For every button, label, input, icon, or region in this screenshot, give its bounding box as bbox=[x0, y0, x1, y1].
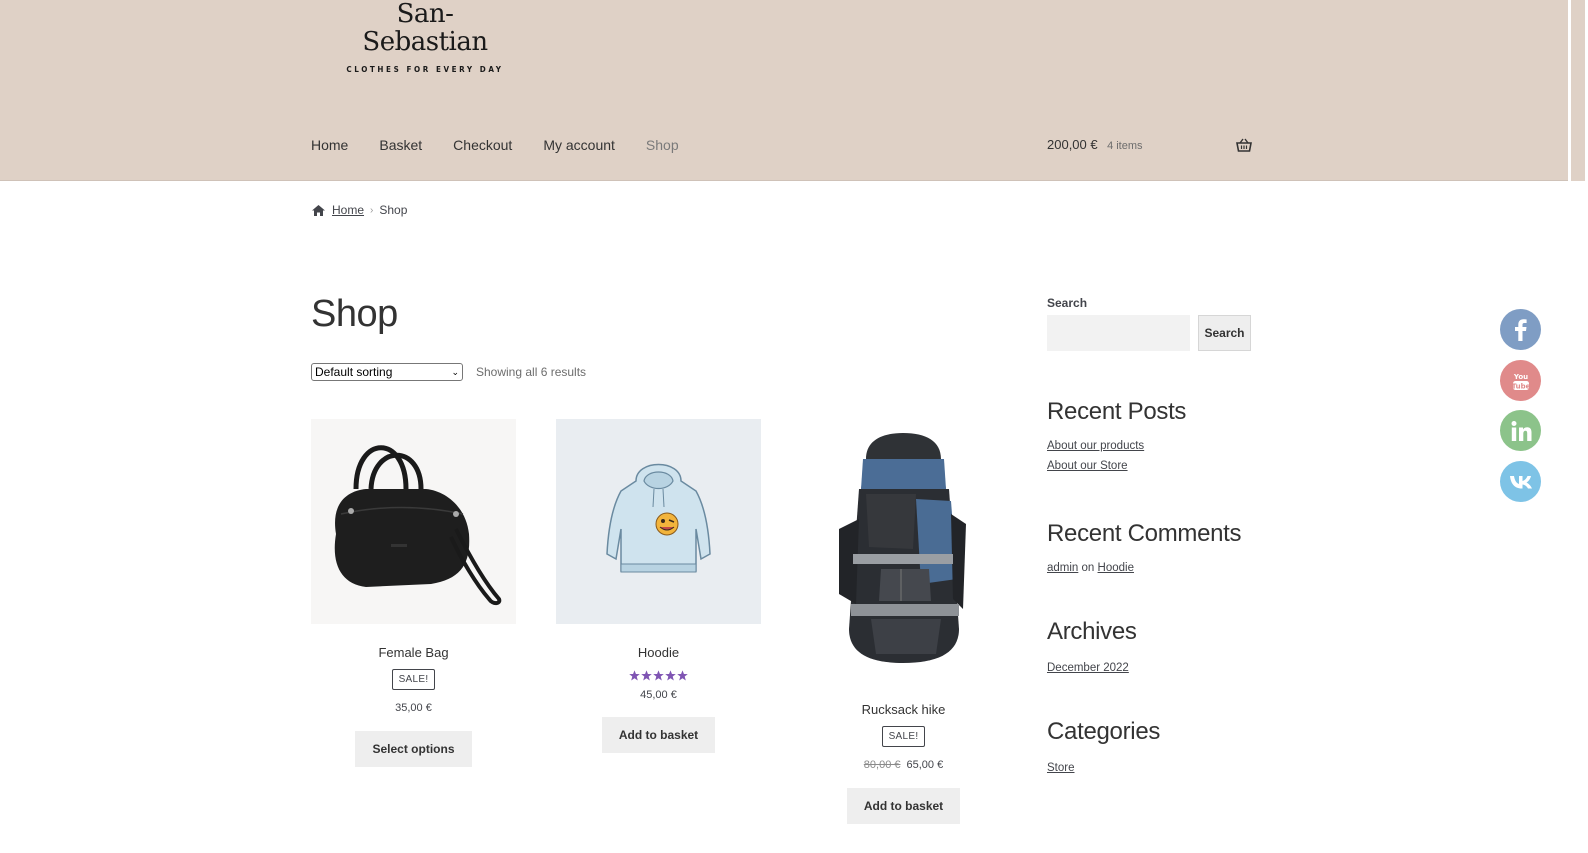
nav-item-basket[interactable]: Basket bbox=[379, 136, 422, 154]
site-logo-name[interactable]: San-Sebastian bbox=[340, 0, 510, 56]
product-title[interactable]: Rucksack hike bbox=[801, 702, 1006, 717]
price-original: 80,00 € bbox=[863, 759, 901, 771]
archive-link[interactable]: December 2022 bbox=[1047, 658, 1252, 678]
search-label: Search bbox=[1047, 296, 1088, 310]
page-title: Shop bbox=[311, 293, 398, 335]
cart-amount[interactable]: 200,00 € bbox=[1047, 137, 1098, 152]
product-price: 45,00 € bbox=[640, 689, 677, 701]
product-image-female-bag[interactable] bbox=[311, 419, 516, 624]
search-button[interactable]: Search bbox=[1198, 315, 1251, 351]
widget-title: Recent Comments bbox=[1047, 520, 1242, 547]
add-to-basket-button[interactable]: Add to basket bbox=[846, 788, 961, 824]
star-icon bbox=[665, 670, 676, 681]
site-branding[interactable]: San-Sebastian CLOTHES FOR EVERY DAY bbox=[340, 0, 510, 74]
scrollbar-thumb[interactable] bbox=[1571, 0, 1585, 181]
nav-item-home[interactable]: Home bbox=[311, 136, 348, 154]
widget-title: Archives bbox=[1047, 618, 1137, 645]
product-title[interactable]: Female Bag bbox=[311, 645, 516, 660]
widget-title: Categories bbox=[1047, 718, 1161, 745]
product-price: 35,00 € bbox=[311, 702, 516, 714]
select-options-button[interactable]: Select options bbox=[355, 731, 472, 767]
recent-comment: admin on Hoodie bbox=[1047, 558, 1252, 578]
product-title[interactable]: Hoodie bbox=[556, 645, 761, 660]
basket-icon[interactable] bbox=[1236, 138, 1252, 152]
home-icon bbox=[312, 204, 325, 216]
svg-text:You: You bbox=[1512, 373, 1527, 381]
rating-stars bbox=[556, 670, 761, 682]
product-card: Hoodie 45,00 € Add to basket bbox=[556, 419, 761, 753]
product-price: 80,00 € 65,00 € bbox=[801, 759, 1006, 771]
star-icon bbox=[641, 670, 652, 681]
widget-categories: Categories Store bbox=[1047, 718, 1252, 778]
star-icon bbox=[677, 670, 688, 681]
star-icon bbox=[653, 670, 664, 681]
vk-button[interactable] bbox=[1500, 461, 1541, 502]
comment-author-link[interactable]: admin bbox=[1047, 562, 1078, 574]
linkedin-icon bbox=[1511, 420, 1531, 441]
nav-item-shop[interactable]: Shop bbox=[646, 136, 679, 154]
product-card: Rucksack hike SALE! 80,00 € 65,00 € Add t… bbox=[801, 419, 1006, 824]
sale-badge: SALE! bbox=[391, 669, 436, 690]
site-header: San-Sebastian CLOTHES FOR EVERY DAY Home… bbox=[0, 0, 1568, 181]
widget-title: Recent Posts bbox=[1047, 398, 1187, 425]
svg-text:Tube: Tube bbox=[1511, 382, 1530, 390]
comment-on-text: on bbox=[1081, 562, 1095, 574]
widget-archives: Archives December 2022 bbox=[1047, 618, 1252, 678]
search-form: Search bbox=[1047, 315, 1252, 351]
youtube-icon: You Tube bbox=[1511, 373, 1530, 391]
recent-post-link[interactable]: About our Store bbox=[1047, 456, 1252, 476]
sorting-selected: Default sorting bbox=[315, 365, 393, 379]
breadcrumb-home-link[interactable]: Home bbox=[332, 203, 364, 217]
youtube-button[interactable]: You Tube bbox=[1500, 360, 1541, 401]
category-link[interactable]: Store bbox=[1047, 758, 1252, 778]
product-card: Female Bag SALE! 35,00 € Select options bbox=[311, 419, 516, 767]
primary-navigation: Home Basket Checkout My account Shop bbox=[311, 136, 710, 154]
header-cart[interactable]: 200,00 € 4 items bbox=[1047, 136, 1252, 156]
comment-post-link[interactable]: Hoodie bbox=[1098, 562, 1134, 574]
product-image-rucksack[interactable] bbox=[801, 419, 1006, 681]
price-current: 65,00 € bbox=[906, 759, 944, 771]
linkedin-button[interactable] bbox=[1500, 410, 1541, 451]
site-tagline: CLOTHES FOR EVERY DAY bbox=[346, 65, 504, 74]
cart-count[interactable]: 4 items bbox=[1107, 140, 1142, 152]
recent-post-link[interactable]: About our products bbox=[1047, 436, 1252, 456]
sale-badge: SALE! bbox=[881, 726, 926, 747]
nav-item-checkout[interactable]: Checkout bbox=[453, 136, 512, 154]
chevron-down-icon: ⌄ bbox=[451, 366, 459, 377]
vk-icon bbox=[1509, 475, 1532, 488]
sorting-select[interactable]: Default sorting ⌄ bbox=[311, 363, 463, 381]
results-count: Showing all 6 results bbox=[476, 365, 587, 379]
nav-item-my-account[interactable]: My account bbox=[543, 136, 615, 154]
product-image-hoodie[interactable] bbox=[556, 419, 761, 624]
breadcrumb: Home › Shop bbox=[311, 203, 407, 217]
price-current: 35,00 € bbox=[395, 702, 432, 714]
search-input[interactable] bbox=[1047, 315, 1190, 351]
add-to-basket-button[interactable]: Add to basket bbox=[601, 717, 716, 753]
page-scrollbar[interactable] bbox=[1568, 0, 1588, 853]
widget-recent-posts: Recent Posts About our products About ou… bbox=[1047, 398, 1252, 476]
facebook-icon bbox=[1514, 318, 1527, 341]
facebook-button[interactable] bbox=[1500, 309, 1541, 350]
star-icon bbox=[629, 670, 640, 681]
breadcrumb-separator: › bbox=[370, 204, 374, 216]
breadcrumb-current: Shop bbox=[379, 203, 408, 217]
widget-recent-comments: Recent Comments admin on Hoodie bbox=[1047, 520, 1252, 578]
sidebar: Search Search Recent Posts About our pro… bbox=[1047, 296, 1252, 778]
